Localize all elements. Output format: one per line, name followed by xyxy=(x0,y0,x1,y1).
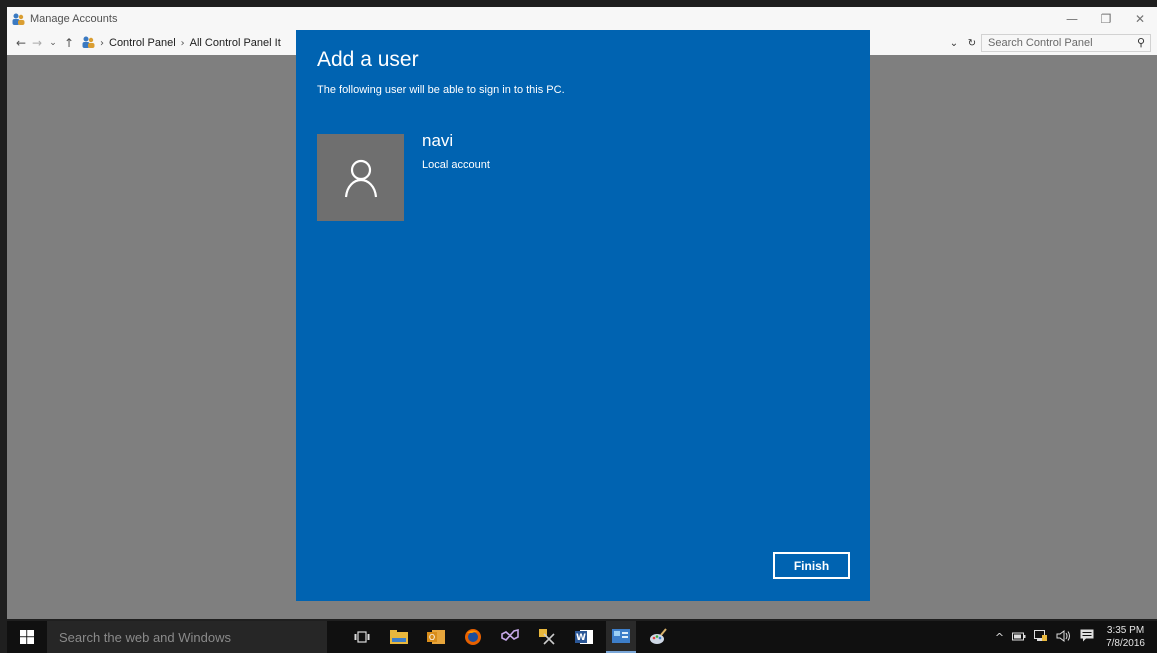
taskbar-search-input[interactable]: Search the web and Windows xyxy=(47,621,327,653)
action-center-icon[interactable] xyxy=(1080,629,1094,645)
user-name: navi xyxy=(422,131,454,150)
svg-text:W: W xyxy=(576,633,586,643)
outlook-icon: O xyxy=(427,630,445,644)
folder-icon xyxy=(390,630,408,644)
add-user-dialog: Add a user The following user will be ab… xyxy=(296,30,870,601)
system-tray: ^ 3:35 PM 7/8/2016 xyxy=(991,621,1157,653)
task-view-icon xyxy=(354,631,370,643)
taskbar: Search the web and Windows O W ^ 3:35 PM… xyxy=(7,621,1157,653)
visual-studio-button[interactable] xyxy=(495,621,525,653)
snipping-tool-icon xyxy=(539,629,555,645)
outlook-button[interactable]: O xyxy=(421,621,451,653)
windows-logo-icon xyxy=(20,630,34,644)
firefox-button[interactable] xyxy=(458,621,488,653)
user-avatar xyxy=(317,134,404,221)
taskbar-search-placeholder: Search the web and Windows xyxy=(59,629,231,645)
paint-button[interactable] xyxy=(643,621,673,653)
task-view-button[interactable] xyxy=(347,621,377,653)
word-button[interactable]: W xyxy=(569,621,599,653)
battery-icon[interactable] xyxy=(1012,631,1026,644)
network-icon[interactable] xyxy=(1034,629,1048,645)
account-type: Local account xyxy=(422,159,490,171)
start-button[interactable] xyxy=(7,621,47,653)
dialog-title: Add a user xyxy=(317,48,419,71)
finish-button[interactable]: Finish xyxy=(773,552,850,579)
clock[interactable]: 3:35 PM 7/8/2016 xyxy=(1106,624,1145,650)
file-explorer-button[interactable] xyxy=(384,621,414,653)
firefox-icon xyxy=(465,629,481,645)
control-panel-icon xyxy=(612,629,630,643)
volume-icon[interactable] xyxy=(1056,629,1072,645)
person-icon xyxy=(344,159,377,197)
clock-date: 7/8/2016 xyxy=(1106,638,1145,649)
control-panel-taskbar-button[interactable] xyxy=(606,621,636,653)
chevron-up-icon[interactable]: ^ xyxy=(995,631,1004,644)
snipping-tool-button[interactable] xyxy=(532,621,562,653)
word-icon: W xyxy=(575,630,593,644)
pinned-apps: O W xyxy=(347,621,680,653)
svg-text:O: O xyxy=(429,633,435,642)
clock-time: 3:35 PM xyxy=(1106,625,1145,636)
visual-studio-icon xyxy=(501,629,519,641)
dialog-subtitle: The following user will be able to sign … xyxy=(317,84,565,96)
paint-icon xyxy=(650,628,667,644)
